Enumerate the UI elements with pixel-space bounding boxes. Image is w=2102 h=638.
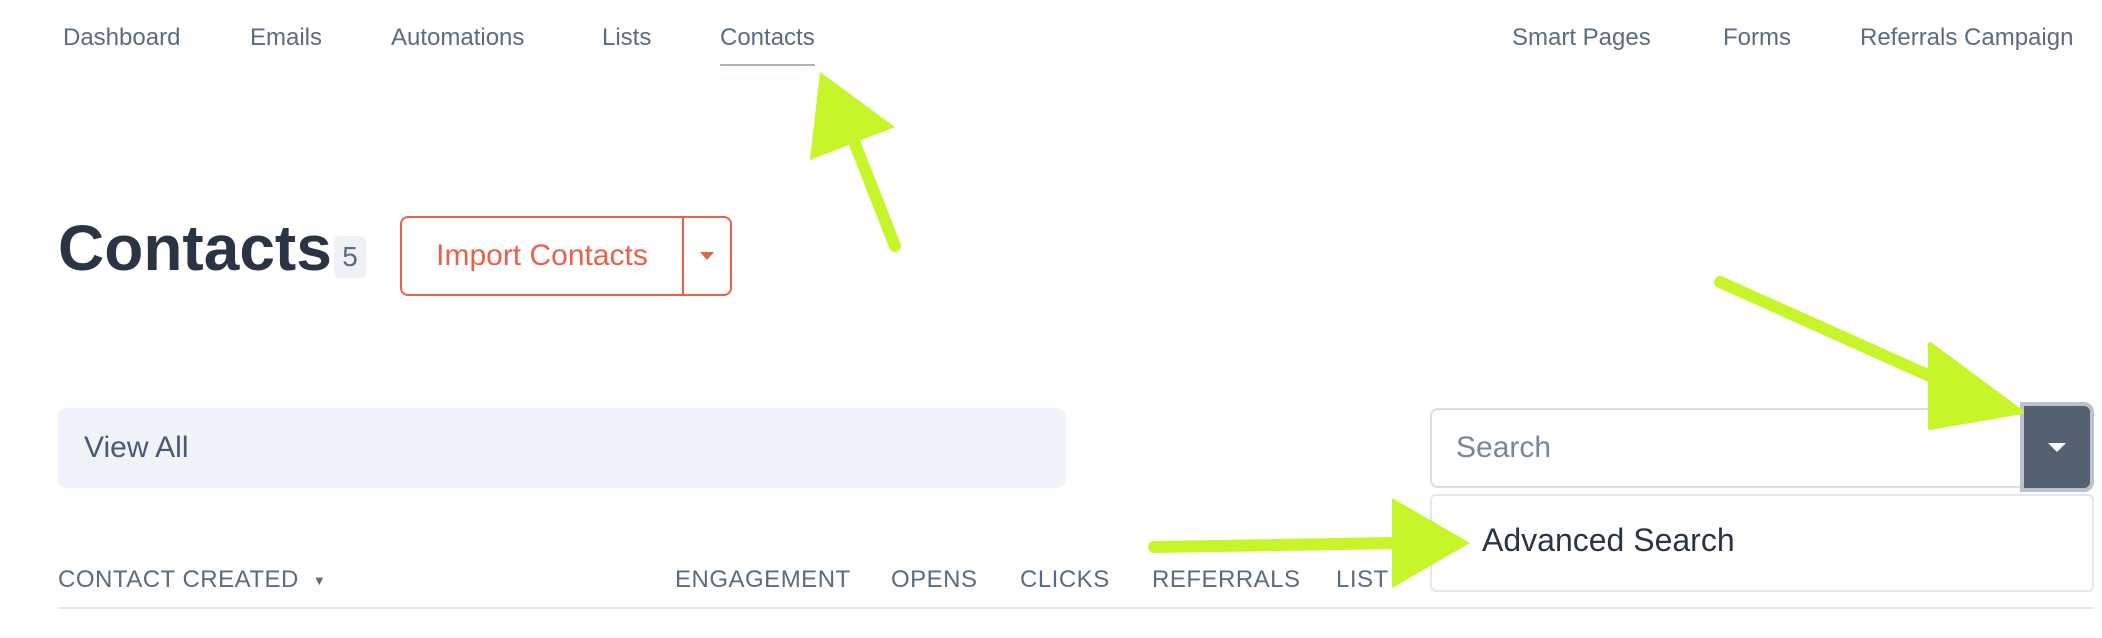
contact-count-badge: 5	[334, 236, 366, 278]
nav-contacts[interactable]: Contacts	[720, 24, 815, 66]
search-dropdown-menu: Advanced Search	[1430, 494, 2094, 592]
caret-down-icon	[700, 252, 714, 260]
view-all-filter[interactable]: View All	[58, 408, 1066, 488]
nav-emails[interactable]: Emails	[250, 24, 322, 52]
advanced-search-option[interactable]: Advanced Search	[1482, 522, 1735, 559]
column-header-contact-created[interactable]: CONTACT CREATED ▼	[58, 566, 326, 594]
column-header-clicks[interactable]: CLICKS	[1020, 566, 1110, 594]
nav-forms[interactable]: Forms	[1723, 24, 1791, 52]
column-header-label: CONTACT CREATED	[58, 566, 299, 593]
column-header-list[interactable]: LIST	[1336, 566, 1389, 594]
page-title: Contacts	[58, 212, 332, 284]
import-contacts-button[interactable]: Import Contacts	[402, 218, 684, 294]
column-header-referrals[interactable]: REFERRALS	[1152, 566, 1301, 594]
arrow-icon	[810, 72, 901, 252]
nav-lists[interactable]: Lists	[602, 24, 651, 52]
nav-automations[interactable]: Automations	[391, 24, 524, 52]
sort-desc-icon: ▼	[312, 573, 327, 589]
import-options-toggle[interactable]	[684, 218, 730, 294]
arrow-icon	[1714, 276, 2024, 430]
table-header-divider	[58, 607, 2094, 609]
nav-smart-pages[interactable]: Smart Pages	[1512, 24, 1651, 52]
search-input[interactable]	[1430, 408, 2022, 488]
top-navigation: Dashboard Emails Automations Lists Conta…	[0, 0, 2102, 80]
column-header-opens[interactable]: OPENS	[891, 566, 978, 594]
nav-referrals-campaign[interactable]: Referrals Campaign	[1860, 24, 2073, 52]
view-all-label: View All	[84, 431, 189, 464]
import-contacts-split-button: Import Contacts	[400, 216, 732, 296]
search-options-toggle[interactable]	[2020, 402, 2094, 492]
nav-dashboard[interactable]: Dashboard	[63, 24, 180, 52]
caret-down-icon	[2048, 442, 2066, 452]
column-header-engagement[interactable]: ENGAGEMENT	[675, 566, 851, 594]
